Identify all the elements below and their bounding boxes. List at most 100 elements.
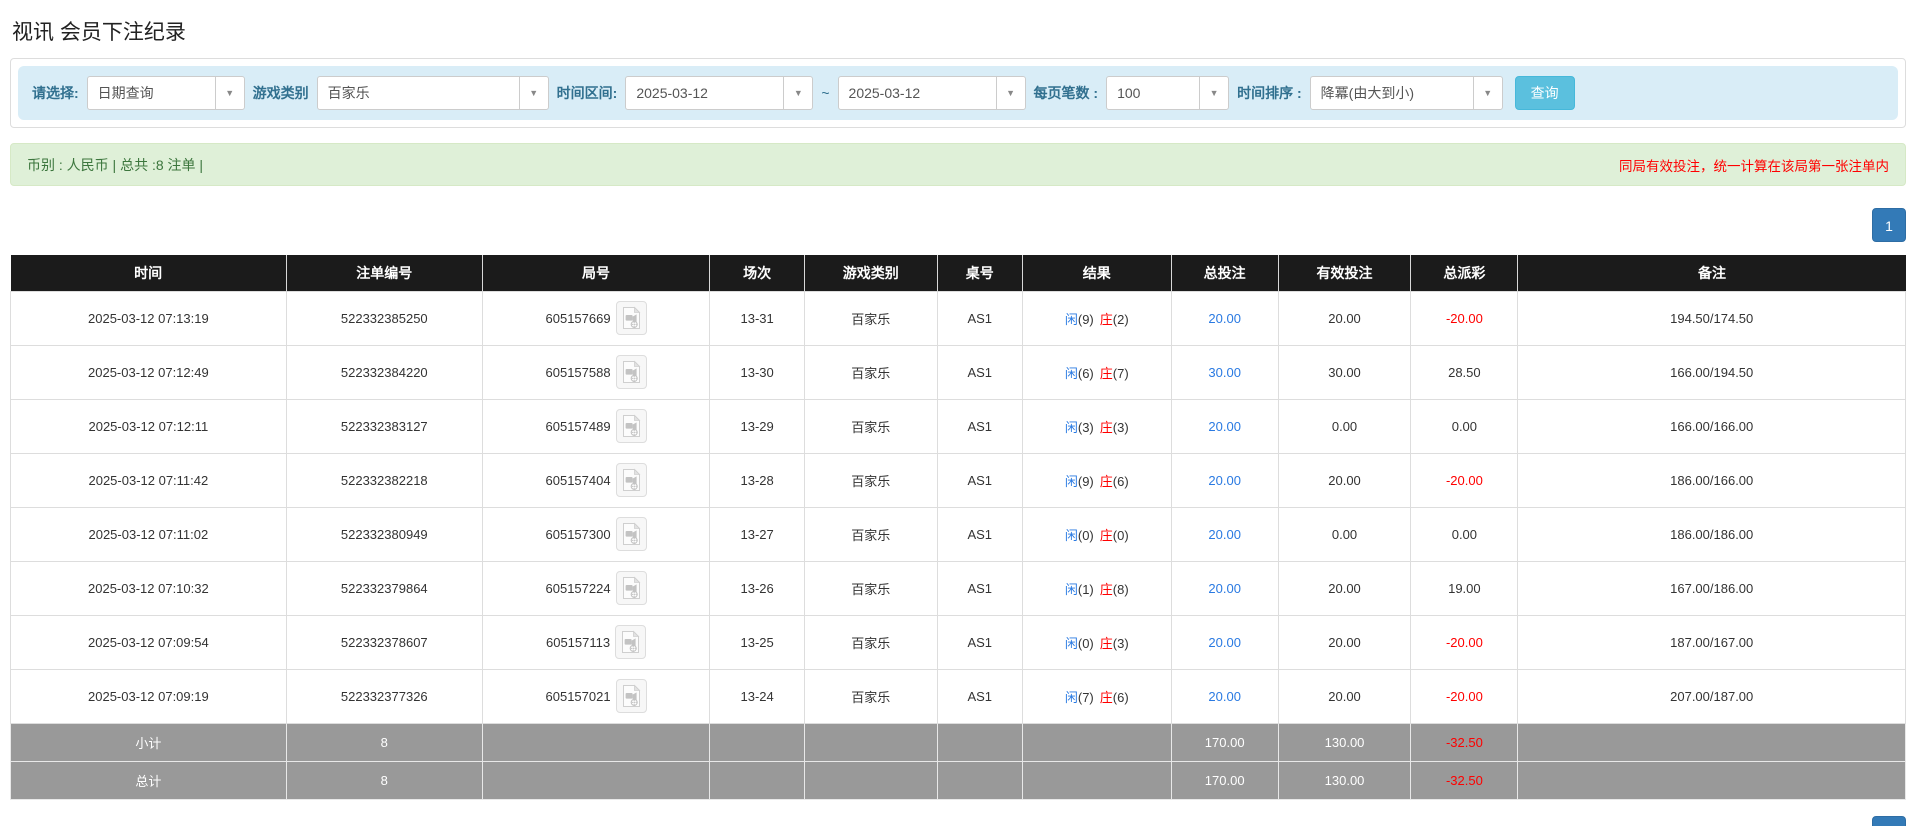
total-bet-link[interactable]: 30.00	[1208, 365, 1241, 380]
cell-total-bet: 20.00	[1170, 452, 1279, 508]
cell-round-id: 605157224	[481, 560, 711, 616]
cell-table-no: AS1	[936, 506, 1023, 562]
video-icon[interactable]	[615, 301, 647, 335]
col-header-round-id: 局号	[482, 255, 711, 291]
cell-time: 2025-03-12 07:11:02	[10, 506, 287, 562]
video-icon[interactable]	[615, 571, 647, 605]
result-player-label: 闲	[1064, 419, 1078, 435]
result-banker-label: 庄	[1099, 419, 1113, 435]
filter-bar: 请选择: 日期查询 ▼ 游戏类别 百家乐 ▼ 时间区间: 2025-03-12 …	[18, 66, 1898, 120]
date-to-select[interactable]: 2025-03-12 ▼	[837, 76, 1026, 110]
cell-table-no: AS1	[936, 290, 1023, 346]
cell-payout: 0.00	[1410, 398, 1519, 454]
video-icon[interactable]	[615, 355, 647, 389]
cell-payout: -20.00	[1410, 668, 1519, 724]
result-player-score: (9)	[1077, 473, 1094, 489]
total-bet-link[interactable]: 20.00	[1208, 689, 1241, 704]
total-bet-link[interactable]: 20.00	[1208, 527, 1241, 542]
result-banker-label: 庄	[1099, 581, 1113, 597]
cell-time: 2025-03-12 07:11:42	[10, 452, 287, 508]
result-player-label: 闲	[1064, 689, 1078, 705]
cell-round-id: 605157404	[481, 452, 711, 508]
time-sort-value: 降冪(由大到小)	[1320, 85, 1414, 101]
chevron-down-icon[interactable]: ▼	[1472, 77, 1502, 109]
col-header-remark: 备注	[1517, 255, 1906, 291]
table-header-row: 时间 注单编号 局号 场次 游戏类别 桌号 结果 总投注 有效投注 总派彩 备注	[10, 255, 1906, 291]
cell-total-bet: 30.00	[1170, 344, 1279, 400]
query-type-select-value: 日期查询	[97, 85, 154, 101]
cell-session: 13-27	[709, 506, 805, 562]
cell-payout: -20.00	[1410, 452, 1519, 508]
grand-total-label: 总计	[10, 760, 287, 800]
table-row: 2025-03-12 07:12:11 522332383127 6051574…	[10, 398, 1906, 454]
video-icon[interactable]	[615, 463, 647, 497]
pagination-page-1[interactable]: 1	[1872, 208, 1906, 242]
cell-bet-id: 522332383127	[285, 398, 483, 454]
page-title: 视讯 会员下注纪录	[12, 21, 186, 44]
cell-total-bet: 20.00	[1170, 290, 1279, 346]
result-banker-label: 庄	[1099, 635, 1113, 651]
result-player-score: (0)	[1077, 635, 1094, 651]
video-icon[interactable]	[615, 517, 647, 551]
cell-total-bet: 20.00	[1170, 560, 1279, 616]
date-to-value: 2025-03-12	[848, 85, 921, 101]
cell-total-bet: 20.00	[1170, 506, 1279, 562]
cell-valid-bet: 20.00	[1277, 668, 1412, 724]
result-banker-score: (6)	[1112, 689, 1129, 705]
table-row: 2025-03-12 07:11:42 522332382218 6051574…	[10, 452, 1906, 508]
subtotal-valid-bet: 130.00	[1277, 722, 1412, 762]
video-icon[interactable]	[615, 409, 647, 443]
cell-round-id: 605157300	[481, 506, 711, 562]
cell-time: 2025-03-12 07:09:54	[10, 614, 287, 670]
date-from-select[interactable]: 2025-03-12 ▼	[625, 76, 814, 110]
result-player-score: (0)	[1077, 527, 1094, 543]
cell-remark: 166.00/166.00	[1517, 398, 1906, 454]
chevron-down-icon[interactable]: ▼	[783, 77, 813, 109]
page-size-label: 每页笔数 :	[1033, 85, 1099, 101]
query-type-select[interactable]: 日期查询 ▼	[86, 76, 245, 110]
bet-records-table: 时间 注单编号 局号 场次 游戏类别 桌号 结果 总投注 有效投注 总派彩 备注…	[10, 255, 1906, 800]
result-banker-score: (3)	[1112, 635, 1129, 651]
time-sort-label: 时间排序 :	[1237, 85, 1302, 101]
cell-game-type: 百家乐	[803, 290, 938, 346]
game-type-select[interactable]: 百家乐 ▼	[316, 76, 549, 110]
total-bet-link[interactable]: 20.00	[1208, 635, 1241, 650]
cell-bet-id: 522332385250	[285, 290, 483, 346]
cell-table-no: AS1	[936, 614, 1023, 670]
result-banker-label: 庄	[1099, 689, 1113, 705]
time-sort-select[interactable]: 降冪(由大到小) ▼	[1309, 76, 1503, 110]
page-size-select[interactable]: 100 ▼	[1106, 76, 1230, 110]
result-banker-label: 庄	[1099, 365, 1113, 381]
currency-total-info: 币别 : 人民币 | 总共 :8 注单 |	[27, 156, 204, 173]
cell-round-id: 605157021	[481, 668, 711, 724]
chevron-down-icon[interactable]: ▼	[214, 77, 244, 109]
round-id-value: 605157300	[545, 526, 611, 542]
cell-round-id: 605157588	[481, 344, 711, 400]
cell-remark: 194.50/174.50	[1517, 290, 1906, 346]
video-icon[interactable]	[615, 679, 647, 713]
valid-bet-notice: 同局有效投注，统一计算在该局第一张注单内	[1619, 158, 1889, 174]
cell-payout: -20.00	[1410, 290, 1519, 346]
cell-bet-id: 522332377326	[285, 668, 483, 724]
total-bet-link[interactable]: 20.00	[1208, 581, 1241, 596]
chevron-down-icon[interactable]: ▼	[995, 77, 1025, 109]
total-bet-link[interactable]: 20.00	[1208, 419, 1241, 434]
pagination-top: 1	[10, 208, 1906, 242]
video-icon[interactable]	[615, 625, 647, 659]
cell-remark: 167.00/186.00	[1517, 560, 1906, 616]
pagination-page-1[interactable]: 1	[1872, 815, 1906, 826]
col-header-time: 时间	[10, 255, 287, 291]
total-bet-link[interactable]: 20.00	[1208, 311, 1241, 326]
cell-result: 闲(1) 庄(8)	[1021, 560, 1172, 616]
cell-bet-id: 522332379864	[285, 560, 483, 616]
result-player-score: (9)	[1077, 311, 1094, 327]
cell-valid-bet: 20.00	[1277, 614, 1412, 670]
chevron-down-icon[interactable]: ▼	[1199, 77, 1229, 109]
table-row: 2025-03-12 07:13:19 522332385250 6051576…	[10, 290, 1906, 346]
cell-valid-bet: 20.00	[1277, 452, 1412, 508]
result-banker-label: 庄	[1099, 311, 1113, 327]
search-button[interactable]: 查询	[1514, 76, 1575, 110]
chevron-down-icon[interactable]: ▼	[518, 77, 548, 109]
total-bet-link[interactable]: 20.00	[1208, 473, 1241, 488]
cell-game-type: 百家乐	[803, 398, 938, 454]
